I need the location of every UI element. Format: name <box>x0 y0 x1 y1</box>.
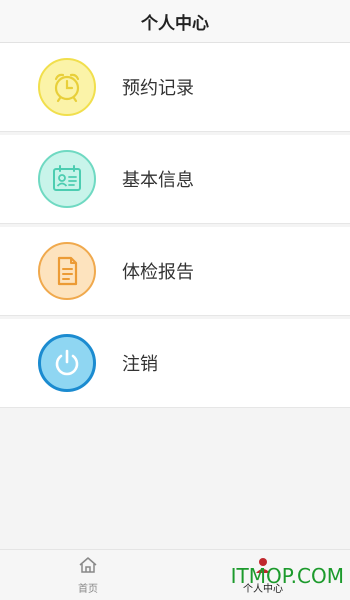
top-header: 个人中心 <box>0 0 350 43</box>
menu-item-appointment-records[interactable]: 预约记录 <box>0 43 350 132</box>
alarm-clock-icon <box>38 58 96 116</box>
power-icon <box>38 334 96 392</box>
menu-item-checkup-report[interactable]: 体检报告 <box>0 227 350 316</box>
menu-item-logout[interactable]: 注销 <box>0 319 350 408</box>
menu-item-label: 预约记录 <box>122 78 194 99</box>
id-card-icon <box>38 150 96 208</box>
menu-list: 预约记录 基本信息 体检报告 注销 <box>0 43 350 408</box>
document-icon <box>38 242 96 300</box>
home-icon <box>78 556 98 578</box>
page-title: 个人中心 <box>141 13 209 34</box>
menu-item-basic-info[interactable]: 基本信息 <box>0 135 350 224</box>
watermark-logo: ITMOP.COM <box>230 564 344 588</box>
menu-item-label: 基本信息 <box>122 170 194 191</box>
tab-home[interactable]: 首页 <box>48 556 128 595</box>
tab-home-label: 首页 <box>78 584 98 595</box>
menu-item-label: 注销 <box>122 354 158 375</box>
menu-item-label: 体检报告 <box>122 262 194 283</box>
